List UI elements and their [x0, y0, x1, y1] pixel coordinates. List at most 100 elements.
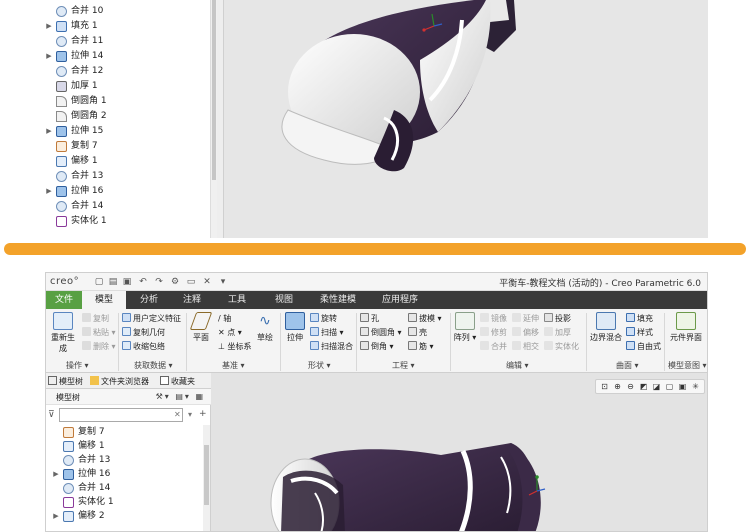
extend-button[interactable]: 延伸: [512, 313, 539, 325]
sweep-button[interactable]: 扫描 ▾: [310, 327, 344, 339]
csys-button[interactable]: ⊥ 坐标系: [218, 341, 252, 353]
tab-model-tree[interactable]: 模型树: [48, 375, 83, 388]
copy-button[interactable]: 复制: [82, 313, 109, 325]
pattern-button[interactable]: 阵列 ▾: [452, 312, 478, 343]
tab-analysis[interactable]: 分析: [128, 291, 170, 309]
tab-view[interactable]: 视图: [262, 291, 306, 309]
open-file-icon[interactable]: ▤: [108, 277, 118, 287]
sketch-button[interactable]: ∿ 草绘: [252, 312, 278, 343]
group-label-shapes[interactable]: 形状 ▾: [308, 360, 331, 371]
redo-icon[interactable]: ↷: [154, 277, 164, 287]
plane-button[interactable]: 平面: [188, 312, 214, 343]
filter-icon[interactable]: ⊽: [48, 410, 55, 420]
tab-tools[interactable]: 工具: [216, 291, 258, 309]
refit-icon[interactable]: ⊡: [598, 380, 611, 393]
group-label-datum[interactable]: 基准 ▾: [222, 360, 245, 371]
regenerate-quick-icon[interactable]: ⚙: [170, 277, 180, 287]
shrinkwrap-button[interactable]: 收缩包络: [122, 341, 165, 353]
new-file-icon[interactable]: ▢: [94, 277, 104, 287]
tab-file[interactable]: 文件: [46, 291, 82, 309]
tab-folder-browser[interactable]: 文件夹浏览器: [90, 375, 149, 388]
mirror-icon: [480, 313, 489, 322]
fill-button[interactable]: 填充: [626, 313, 653, 325]
filter-dropdown-icon[interactable]: ▾: [188, 410, 192, 419]
orange-divider-bar: [4, 243, 746, 255]
tab-flexible-modeling[interactable]: 柔性建模: [310, 291, 366, 309]
graphics-viewport[interactable]: ⊡ ⊕ ⊖ ◩ ◪ ▢ ▣ ✳: [211, 373, 707, 531]
group-label-editing[interactable]: 编辑 ▾: [506, 360, 529, 371]
boundary-blend-button[interactable]: 边界混合: [588, 312, 624, 343]
component-interface-button[interactable]: 元件界面: [666, 312, 706, 343]
add-filter-icon[interactable]: +: [199, 409, 207, 419]
group-label-model-intent[interactable]: 模型意图 ▾: [668, 360, 707, 371]
extrude-button[interactable]: 拉伸: [282, 312, 308, 343]
expand-arrow-icon[interactable]: ▶: [45, 184, 53, 199]
datum-display-icon[interactable]: ✳: [689, 380, 702, 393]
expand-arrow-icon[interactable]: ▶: [45, 124, 53, 139]
draft-button[interactable]: 拔模 ▾: [408, 313, 442, 325]
save-icon[interactable]: ▣: [122, 277, 132, 287]
windows-icon[interactable]: ▭: [186, 277, 196, 287]
view-manager-icon[interactable]: ▣: [676, 380, 689, 393]
hole-button[interactable]: 孔: [360, 313, 379, 325]
copy-icon: [82, 313, 91, 322]
saved-orientations-icon[interactable]: ▢: [663, 380, 676, 393]
offset-button[interactable]: 偏移: [512, 327, 539, 339]
solidify-button[interactable]: 实体化: [544, 341, 579, 353]
expand-arrow-icon[interactable]: ▶: [52, 509, 60, 524]
revolve-button[interactable]: 旋转: [310, 313, 337, 325]
copy-icon: [63, 427, 74, 438]
zoom-in-icon[interactable]: ⊕: [611, 380, 624, 393]
trim-button[interactable]: 修剪: [480, 327, 507, 339]
shell-button[interactable]: 壳: [408, 327, 427, 339]
panel-splitter[interactable]: [217, 0, 224, 238]
group-label-engineering[interactable]: 工程 ▾: [392, 360, 415, 371]
tree-scrollbar[interactable]: [203, 425, 210, 531]
group-label-surfaces[interactable]: 曲面 ▾: [616, 360, 639, 371]
scroll-thumb[interactable]: [204, 445, 209, 505]
delete-button[interactable]: 删除 ▾: [82, 341, 116, 353]
undo-icon[interactable]: ↶: [138, 277, 148, 287]
tab-favorites[interactable]: 收藏夹: [160, 375, 195, 388]
round-button[interactable]: 倒圆角 ▾: [360, 327, 402, 339]
expand-arrow-icon[interactable]: ▶: [45, 19, 53, 34]
style-button[interactable]: 样式: [626, 327, 653, 339]
intersect-button[interactable]: 相交: [512, 341, 539, 353]
top-graphics-viewport[interactable]: [224, 0, 708, 238]
regenerate-icon: [53, 312, 73, 330]
paste-button[interactable]: 粘贴 ▾: [82, 327, 116, 339]
copy-geometry-button[interactable]: 复制几何: [122, 327, 165, 339]
freestyle-button[interactable]: 自由式: [626, 341, 661, 353]
zoom-out-icon[interactable]: ⊖: [624, 380, 637, 393]
swept-blend-button[interactable]: 扫描混合: [310, 341, 353, 353]
solidify-icon: [56, 216, 67, 227]
solidify-icon: [63, 497, 74, 508]
customize-quick-access-icon[interactable]: ▾: [218, 277, 228, 287]
tab-model[interactable]: 模型: [82, 291, 126, 309]
solidify-icon: [544, 341, 553, 350]
mirror-button[interactable]: 镜像: [480, 313, 507, 325]
chamfer-button[interactable]: 倒角 ▾: [360, 341, 394, 353]
group-label-get-data[interactable]: 获取数据 ▾: [134, 360, 173, 371]
expand-arrow-icon[interactable]: ▶: [45, 49, 53, 64]
rib-button[interactable]: 筋 ▾: [408, 341, 434, 353]
display-style-icon[interactable]: ◪: [650, 380, 663, 393]
merge-button[interactable]: 合并: [480, 341, 507, 353]
tree-settings-icon[interactable]: ⚒▾ ▤▾ ▦: [156, 392, 205, 401]
axis-button[interactable]: / 轴: [218, 313, 231, 325]
tab-applications[interactable]: 应用程序: [370, 291, 430, 309]
repaint-icon[interactable]: ◩: [637, 380, 650, 393]
scroll-thumb[interactable]: [212, 0, 216, 180]
regenerate-button[interactable]: 重新生成: [48, 312, 78, 354]
tree-search-input[interactable]: [59, 408, 183, 422]
udf-button[interactable]: 用户定义特征: [122, 313, 181, 325]
top-tree-scrollbar[interactable]: [210, 0, 217, 238]
thicken-button[interactable]: 加厚: [544, 327, 571, 339]
tab-annotate[interactable]: 注释: [172, 291, 212, 309]
point-button[interactable]: ✕ 点 ▾: [218, 327, 242, 339]
project-button[interactable]: 投影: [544, 313, 571, 325]
clear-filter-icon[interactable]: ✕: [174, 410, 181, 419]
close-window-icon[interactable]: ✕: [202, 277, 212, 287]
expand-arrow-icon[interactable]: ▶: [52, 467, 60, 482]
group-label-operations[interactable]: 操作 ▾: [66, 360, 89, 371]
